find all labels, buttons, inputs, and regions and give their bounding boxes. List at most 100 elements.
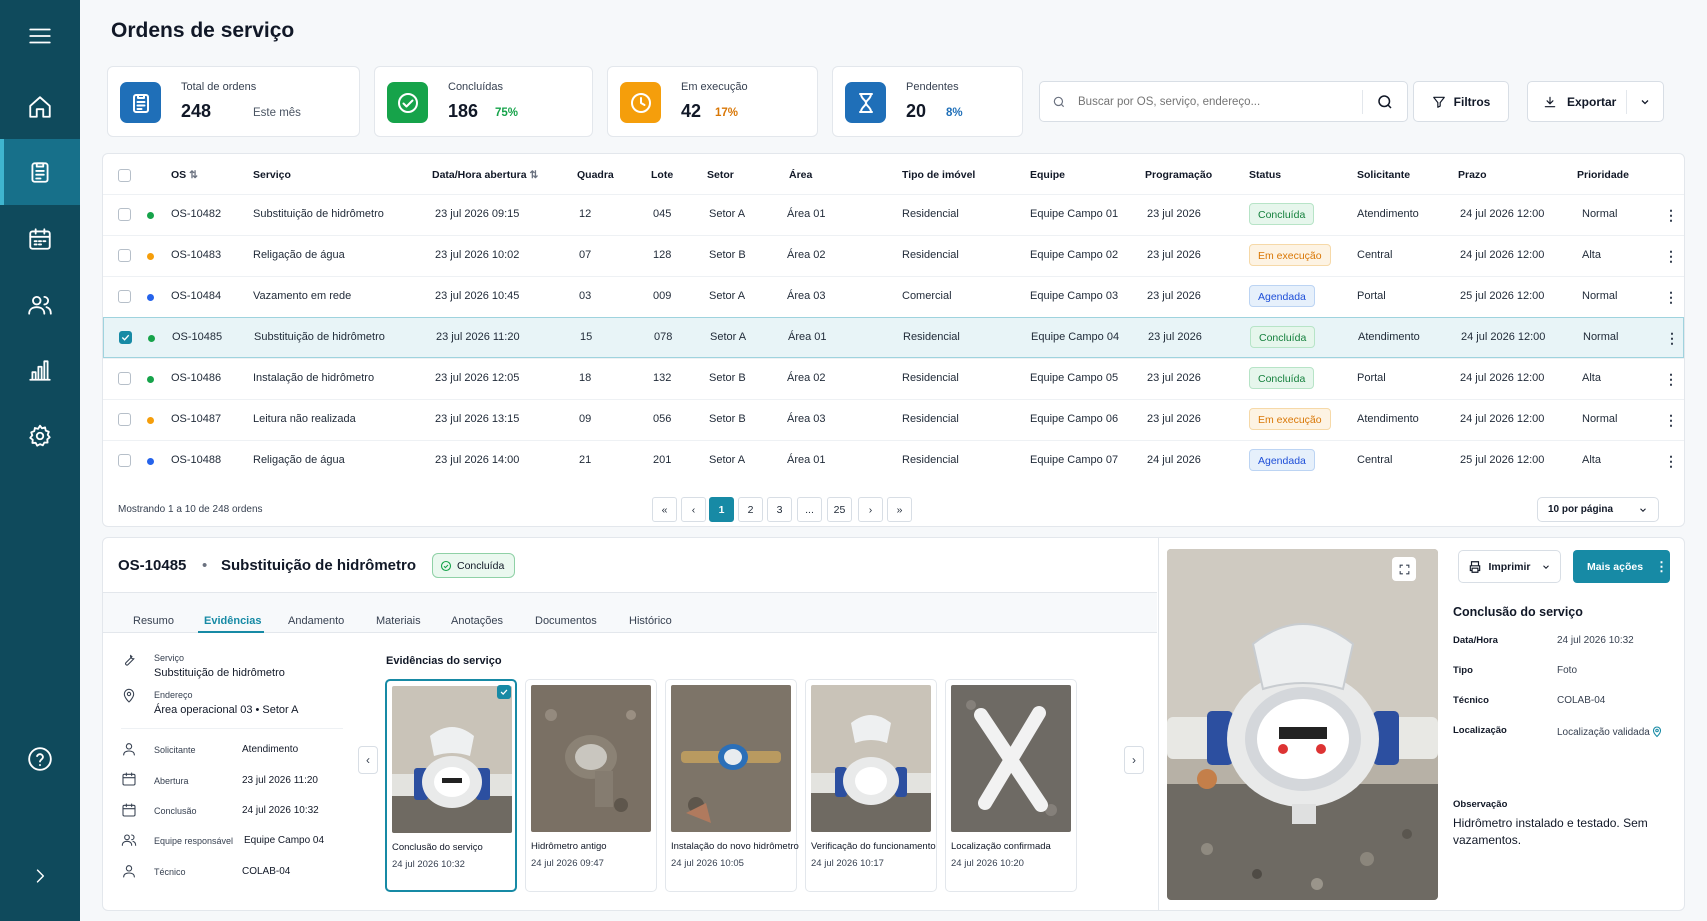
table-row[interactable]: OS-10485 Substituição de hidrômetro 23 jul… bbox=[103, 317, 1684, 358]
chevron-right-icon[interactable] bbox=[0, 848, 80, 904]
cell-os[interactable]: OS-10488 bbox=[171, 454, 221, 466]
filters-button[interactable]: Filtros bbox=[1413, 81, 1509, 122]
page-button[interactable]: 1 bbox=[709, 497, 734, 522]
tab-evidencias[interactable]: Evidências bbox=[204, 615, 261, 627]
column-header-os[interactable]: OS ⇅ bbox=[171, 169, 198, 181]
filters-label: Filtros bbox=[1453, 94, 1491, 109]
table-row[interactable]: OS-10487 Leitura não realizada 23 jul 2026… bbox=[103, 399, 1684, 440]
cell-abertura: 23 jul 2026 10:45 bbox=[435, 290, 520, 302]
cell-os[interactable]: OS-10484 bbox=[171, 290, 221, 302]
cell-os[interactable]: OS-10486 bbox=[171, 372, 221, 384]
evidence-thumbnail[interactable]: Instalação do novo hidrômetro 24 jul 2026… bbox=[665, 679, 799, 892]
cell-abertura: 23 jul 2026 09:15 bbox=[435, 208, 520, 220]
tab-historico[interactable]: Histórico bbox=[629, 615, 672, 627]
page-button[interactable]: 25 bbox=[827, 497, 852, 522]
order-detail-panel: OS-10485 • Substituição de hidrômetro Co… bbox=[102, 537, 1685, 911]
row-actions-icon[interactable]: ⋮ bbox=[1664, 207, 1678, 224]
cell-os[interactable]: OS-10487 bbox=[171, 413, 221, 425]
table-row[interactable]: OS-10486 Instalação de hidrômetro 23 jul 2… bbox=[103, 358, 1684, 399]
tab-resumo[interactable]: Resumo bbox=[133, 615, 174, 627]
tab-materiais[interactable]: Materiais bbox=[376, 615, 421, 627]
clipboard-icon bbox=[120, 82, 161, 123]
select-all-checkbox[interactable] bbox=[118, 169, 131, 182]
cell-area: Área 01 bbox=[788, 331, 827, 343]
row-checkbox[interactable] bbox=[118, 372, 131, 385]
page-button[interactable]: ‹ bbox=[681, 497, 706, 522]
search-input[interactable] bbox=[1078, 92, 1358, 112]
page-button[interactable]: 3 bbox=[767, 497, 792, 522]
cell-prioridade: Alta bbox=[1582, 372, 1601, 384]
cell-os[interactable]: OS-10482 bbox=[171, 208, 221, 220]
cell-programacao: 23 jul 2026 bbox=[1147, 413, 1201, 425]
row-checkbox[interactable] bbox=[118, 208, 131, 221]
table-row[interactable]: OS-10488 Religação de água 23 jul 2026 14:… bbox=[103, 440, 1684, 481]
gallery-next-button[interactable]: › bbox=[1124, 746, 1144, 774]
per-page-label: 10 por página bbox=[1548, 504, 1614, 515]
cell-prazo: 25 jul 2026 12:00 bbox=[1460, 290, 1545, 302]
menu-icon[interactable] bbox=[0, 8, 80, 64]
info-label: Abertura bbox=[154, 776, 189, 786]
chevron-down-icon[interactable] bbox=[1639, 96, 1651, 108]
wrench-icon bbox=[121, 651, 139, 669]
row-actions-icon[interactable]: ⋮ bbox=[1664, 412, 1678, 429]
evidence-thumbnail[interactable]: Conclusão do serviço 24 jul 2026 10:32 bbox=[385, 679, 517, 892]
page-button[interactable]: ... bbox=[797, 497, 822, 522]
calendar-icon[interactable] bbox=[0, 211, 80, 267]
per-page-select[interactable]: 10 por página bbox=[1537, 497, 1659, 522]
cell-os[interactable]: OS-10483 bbox=[171, 249, 221, 261]
evidence-thumbnail[interactable]: Hidrômetro antigo 24 jul 2026 09:47 bbox=[525, 679, 657, 892]
cell-setor: Setor B bbox=[709, 249, 746, 261]
export-button[interactable]: Exportar bbox=[1527, 81, 1664, 122]
row-checkbox[interactable] bbox=[119, 331, 132, 344]
help-icon[interactable] bbox=[0, 731, 80, 787]
evidence-thumbnail[interactable]: Verificação do funcionamento 24 jul 2026 … bbox=[805, 679, 937, 892]
evidence-date: 24 jul 2026 10:05 bbox=[671, 858, 744, 869]
table-row[interactable]: OS-10483 Religação de água 23 jul 2026 10:… bbox=[103, 235, 1684, 276]
users-icon[interactable] bbox=[0, 277, 80, 333]
tab-documentos[interactable]: Documentos bbox=[535, 615, 597, 627]
page-button[interactable]: › bbox=[858, 497, 883, 522]
home-icon[interactable] bbox=[0, 79, 80, 135]
cell-programacao: 24 jul 2026 bbox=[1147, 454, 1201, 466]
cell-os[interactable]: OS-10485 bbox=[172, 331, 222, 343]
column-header-programacao: Programação bbox=[1145, 169, 1213, 181]
tab-bar bbox=[103, 593, 1157, 633]
row-checkbox[interactable] bbox=[118, 290, 131, 303]
cell-quadra: 03 bbox=[579, 290, 592, 302]
expand-icon[interactable] bbox=[1392, 557, 1416, 581]
gallery-prev-button[interactable]: ‹ bbox=[358, 746, 378, 774]
gear-icon[interactable] bbox=[0, 408, 80, 464]
tab-andamento[interactable]: Andamento bbox=[288, 615, 344, 627]
status-dot bbox=[147, 376, 154, 383]
table-row[interactable]: OS-10482 Substituição de hidrômetro 23 jul… bbox=[103, 194, 1684, 235]
row-checkbox[interactable] bbox=[118, 413, 131, 426]
row-actions-icon[interactable]: ⋮ bbox=[1664, 289, 1678, 306]
status-badge: Em execução bbox=[1249, 244, 1331, 266]
panel-value: 24 jul 2026 10:32 bbox=[1557, 635, 1634, 646]
row-checkbox[interactable] bbox=[118, 249, 131, 262]
cell-lote: 132 bbox=[653, 372, 672, 384]
search-button-icon[interactable] bbox=[1376, 93, 1394, 111]
row-actions-icon[interactable]: ⋮ bbox=[1664, 371, 1678, 388]
row-actions-icon[interactable]: ⋮ bbox=[1664, 248, 1678, 265]
column-header-abertura[interactable]: Data/Hora abertura ⇅ bbox=[432, 169, 538, 181]
page-button[interactable]: « bbox=[652, 497, 677, 522]
check-circle-icon bbox=[440, 560, 452, 571]
tab-anotacoes[interactable]: Anotações bbox=[451, 615, 503, 627]
cell-solicitante: Central bbox=[1357, 249, 1393, 261]
download-icon bbox=[1544, 96, 1556, 107]
page-button[interactable]: » bbox=[887, 497, 912, 522]
chart-icon[interactable] bbox=[0, 342, 80, 398]
table-row[interactable]: OS-10484 Vazamento em rede 23 jul 2026 10:… bbox=[103, 276, 1684, 317]
evidence-preview-image[interactable] bbox=[1167, 549, 1438, 900]
more-actions-button[interactable]: Mais ações ⋮ bbox=[1573, 550, 1670, 583]
row-checkbox[interactable] bbox=[118, 454, 131, 467]
row-actions-icon[interactable]: ⋮ bbox=[1665, 330, 1679, 347]
cell-lote: 009 bbox=[653, 290, 672, 302]
evidence-thumbnail[interactable]: Localização confirmada 24 jul 2026 10:20 bbox=[945, 679, 1077, 892]
row-actions-icon[interactable]: ⋮ bbox=[1664, 453, 1678, 470]
evidence-date: 24 jul 2026 10:32 bbox=[392, 859, 465, 870]
clipboard-icon[interactable] bbox=[0, 139, 80, 205]
page-button[interactable]: 2 bbox=[738, 497, 763, 522]
print-button[interactable]: Imprimir bbox=[1458, 550, 1561, 583]
